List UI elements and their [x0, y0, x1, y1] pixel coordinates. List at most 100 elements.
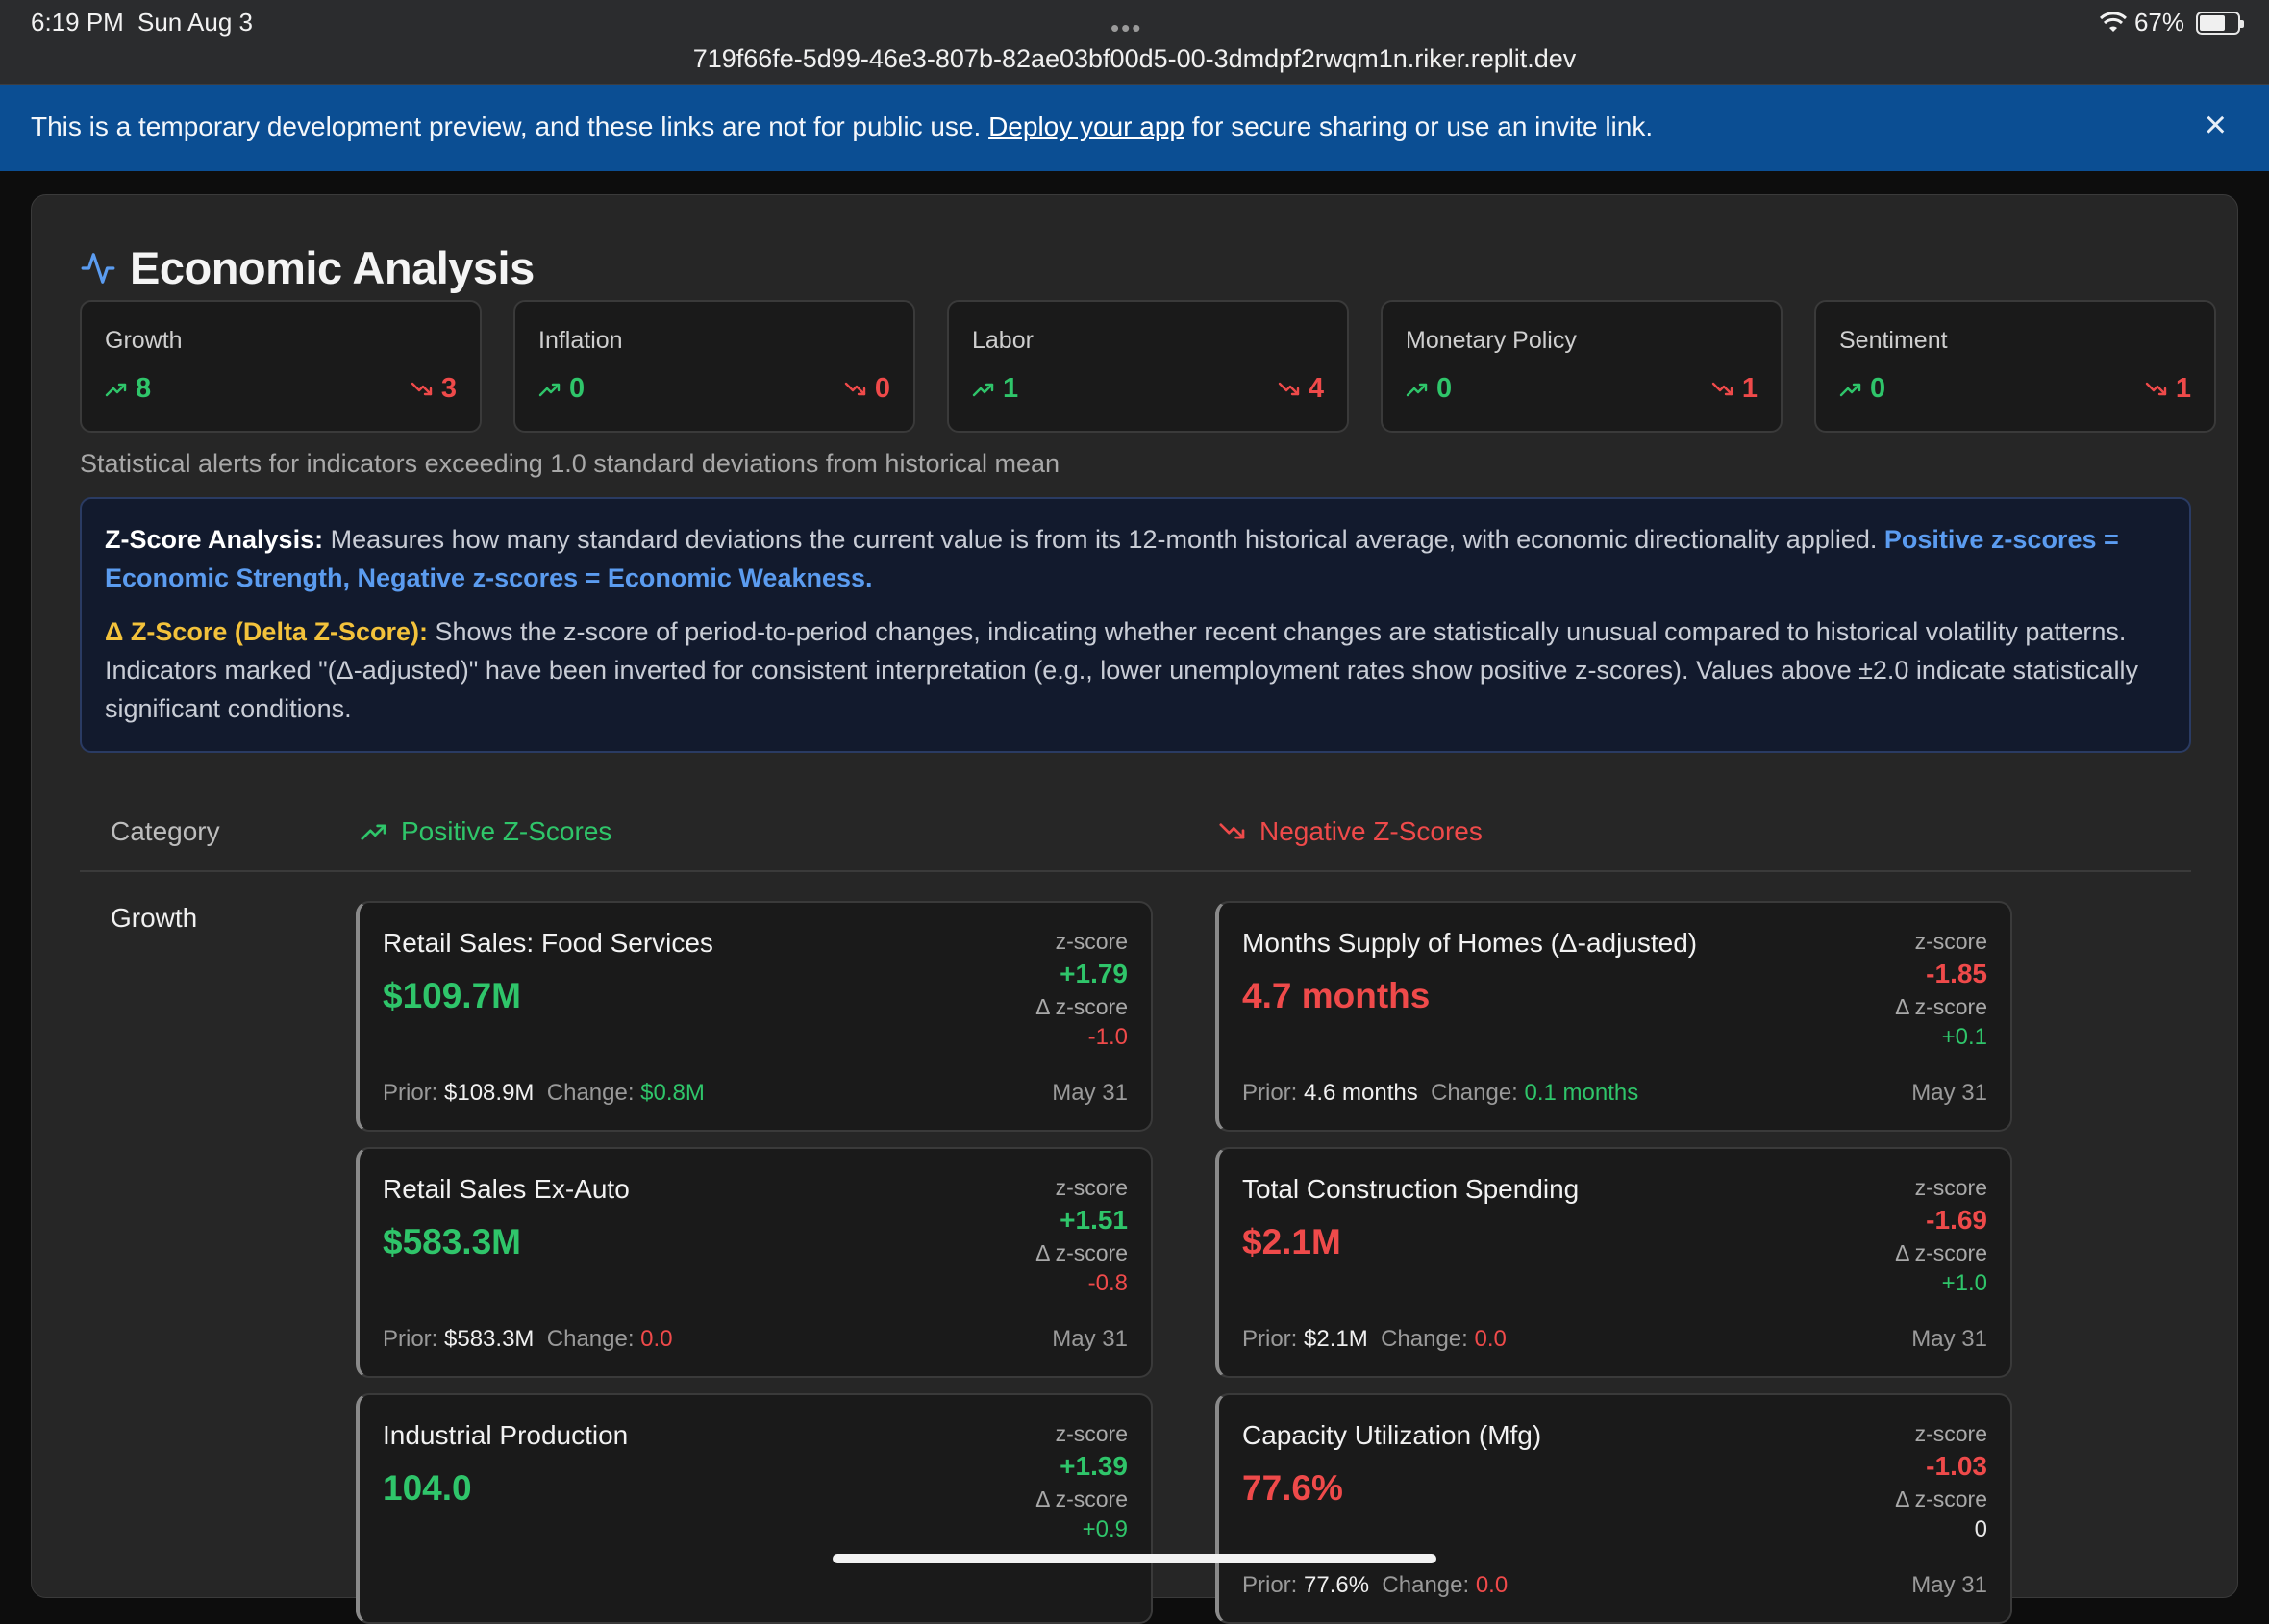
prior-label: Prior: — [383, 1326, 445, 1352]
close-icon[interactable]: × — [2205, 104, 2227, 147]
change-value: 0.0 — [640, 1326, 673, 1352]
zscore-value: +1.79 — [1060, 959, 1128, 988]
category-name: Sentiment — [1839, 327, 1948, 354]
column-header-positive: Positive Z-Scores — [359, 816, 611, 847]
change-value: 0.1 months — [1524, 1080, 1639, 1106]
category-box-inflation[interactable]: Inflation 0 0 — [513, 300, 915, 433]
delta-zscore-label: Δ z-score — [1035, 994, 1128, 1019]
positive-count: 0 — [1406, 373, 1452, 405]
economic-analysis-card: Economic Analysis Growth 8 3 Inflation 0… — [31, 194, 2238, 1598]
indicator-zscores: z-score -1.69 Δ z-score +1.0 — [1895, 1172, 1987, 1299]
status-right-group: 67% — [2099, 8, 2244, 37]
dev-preview-banner: This is a temporary development preview,… — [0, 85, 2269, 171]
more-dots-icon[interactable]: ••• — [1110, 13, 1142, 43]
category-box-sentiment[interactable]: Sentiment 0 1 — [1814, 300, 2216, 433]
zscore-value: -1.85 — [1926, 959, 1987, 988]
page-title: Economic Analysis — [130, 242, 535, 293]
change-label: Change: — [546, 1080, 641, 1106]
indicator-date: May 31 — [1911, 1326, 1987, 1352]
prior-value: $2.1M — [1304, 1326, 1368, 1352]
delta-zscore-value: 0 — [1974, 1516, 1987, 1542]
zscore-label: Z-Score Analysis: — [105, 525, 324, 554]
trending-down-icon — [2145, 382, 2167, 395]
negative-count-value: 0 — [874, 373, 890, 404]
negative-count: 3 — [411, 373, 457, 405]
negative-count: 1 — [1711, 373, 1758, 405]
address-bar-url[interactable]: 719f66fe-5d99-46e3-807b-82ae03bf00d5-00-… — [0, 44, 2269, 74]
positive-count: 8 — [105, 373, 151, 405]
table-header: Category Positive Z-Scores Negative Z-Sc… — [80, 811, 2191, 872]
column-header-negative-label: Negative Z-Scores — [1259, 816, 1483, 846]
indicator-date: May 31 — [1052, 1080, 1128, 1106]
indicator-name: Industrial Production — [383, 1420, 629, 1450]
prior-value: $583.3M — [444, 1326, 535, 1352]
indicator-value: $583.3M — [383, 1222, 521, 1262]
change-value: $0.8M — [640, 1080, 705, 1106]
wifi-icon — [2099, 12, 2127, 32]
indicator-value: 4.7 months — [1242, 976, 1431, 1015]
zscore-label: z-score — [1914, 929, 1987, 954]
delta-zscore-value: +1.0 — [1941, 1270, 1987, 1296]
delta-zscore-explanation: Δ Z-Score (Delta Z-Score): Shows the z-s… — [105, 612, 2166, 728]
prior-value: 77.6% — [1304, 1572, 1370, 1598]
home-indicator[interactable] — [833, 1554, 1436, 1563]
delta-zscore-value: -1.0 — [1087, 1024, 1128, 1050]
category-name: Growth — [105, 327, 183, 354]
indicator-name: Total Construction Spending — [1242, 1174, 1580, 1204]
positive-count-value: 0 — [1436, 373, 1453, 404]
deploy-app-link[interactable]: Deploy your app — [988, 112, 1184, 141]
delta-zscore-label: Δ Z-Score (Delta Z-Score): — [105, 617, 428, 646]
prior-value: 4.6 months — [1304, 1080, 1418, 1106]
change-value: 0.0 — [1475, 1572, 1509, 1598]
prior-label: Prior: — [1242, 1080, 1305, 1106]
indicator-prior-change: Prior: 4.6 months Change: 0.1 months — [1242, 1080, 1638, 1107]
banner-text-before: This is a temporary development preview,… — [31, 112, 989, 141]
negative-count-value: 4 — [1308, 373, 1324, 404]
indicator-card[interactable]: Retail Sales: Food Services $109.7M z-scor… — [356, 901, 1153, 1132]
prior-label: Prior: — [1242, 1326, 1305, 1352]
indicator-zscores: z-score -1.85 Δ z-score +0.1 — [1895, 926, 1987, 1053]
indicator-prior-change: Prior: $583.3M Change: 0.0 — [383, 1326, 673, 1353]
negative-count-value: 3 — [440, 373, 457, 404]
column-header-negative: Negative Z-Scores — [1217, 816, 1483, 847]
banner-text-after: for secure sharing or use an invite link… — [1184, 112, 1654, 141]
indicator-card[interactable]: Months Supply of Homes (Δ-adjusted) 4.7 m… — [1215, 901, 2012, 1132]
indicator-card[interactable]: Industrial Production 104.0 z-score +1.39 Δ … — [356, 1393, 1153, 1624]
category-box-monetary-policy[interactable]: Monetary Policy 0 1 — [1381, 300, 1783, 433]
indicator-prior-change: Prior: $2.1M Change: 0.0 — [1242, 1326, 1507, 1353]
indicator-zscores: z-score +1.79 Δ z-score -1.0 — [1035, 926, 1128, 1053]
alerts-subtitle: Statistical alerts for indicators exceed… — [80, 449, 1060, 478]
status-time: 6:19 PM — [31, 8, 124, 37]
indicator-date: May 31 — [1911, 1080, 1987, 1106]
zscore-label: z-score — [1914, 1421, 1987, 1446]
change-label: Change: — [1431, 1080, 1525, 1106]
delta-zscore-value: -0.8 — [1087, 1270, 1128, 1296]
prior-label: Prior: — [1242, 1572, 1305, 1598]
zscore-info-panel: Z-Score Analysis: Measures how many stan… — [80, 497, 2191, 753]
indicator-name: Retail Sales: Food Services — [383, 928, 713, 958]
delta-zscore-label: Δ z-score — [1035, 1240, 1128, 1265]
zscore-label: z-score — [1055, 1175, 1128, 1200]
indicator-value: 104.0 — [383, 1468, 472, 1508]
indicator-zscores: z-score +1.39 Δ z-score +0.9 — [1035, 1418, 1128, 1545]
indicator-card[interactable]: Capacity Utilization (Mfg) 77.6% z-score -1… — [1215, 1393, 2012, 1624]
trending-up-icon — [1406, 383, 1428, 396]
indicator-card[interactable]: Retail Sales Ex-Auto $583.3M z-score +1.51 Δ… — [356, 1147, 1153, 1378]
column-header-positive-label: Positive Z-Scores — [401, 816, 612, 846]
indicator-card[interactable]: Total Construction Spending $2.1M z-score -… — [1215, 1147, 2012, 1378]
delta-zscore-value: +0.1 — [1941, 1024, 1987, 1050]
category-box-labor[interactable]: Labor 1 4 — [947, 300, 1349, 433]
change-value: 0.0 — [1474, 1326, 1507, 1352]
delta-zscore-label: Δ z-score — [1895, 1240, 1987, 1265]
battery-icon — [2196, 11, 2244, 35]
indicator-zscores: z-score +1.51 Δ z-score -0.8 — [1035, 1172, 1128, 1299]
change-label: Change: — [1382, 1572, 1476, 1598]
indicator-value: 77.6% — [1242, 1468, 1343, 1508]
category-name: Inflation — [538, 327, 623, 354]
zscore-label: z-score — [1055, 1421, 1128, 1446]
positive-count: 1 — [972, 373, 1018, 405]
delta-zscore-label: Δ z-score — [1895, 1487, 1987, 1512]
trending-down-icon — [844, 382, 866, 395]
indicator-name: Retail Sales Ex-Auto — [383, 1174, 630, 1204]
category-box-growth[interactable]: Growth 8 3 — [80, 300, 482, 433]
